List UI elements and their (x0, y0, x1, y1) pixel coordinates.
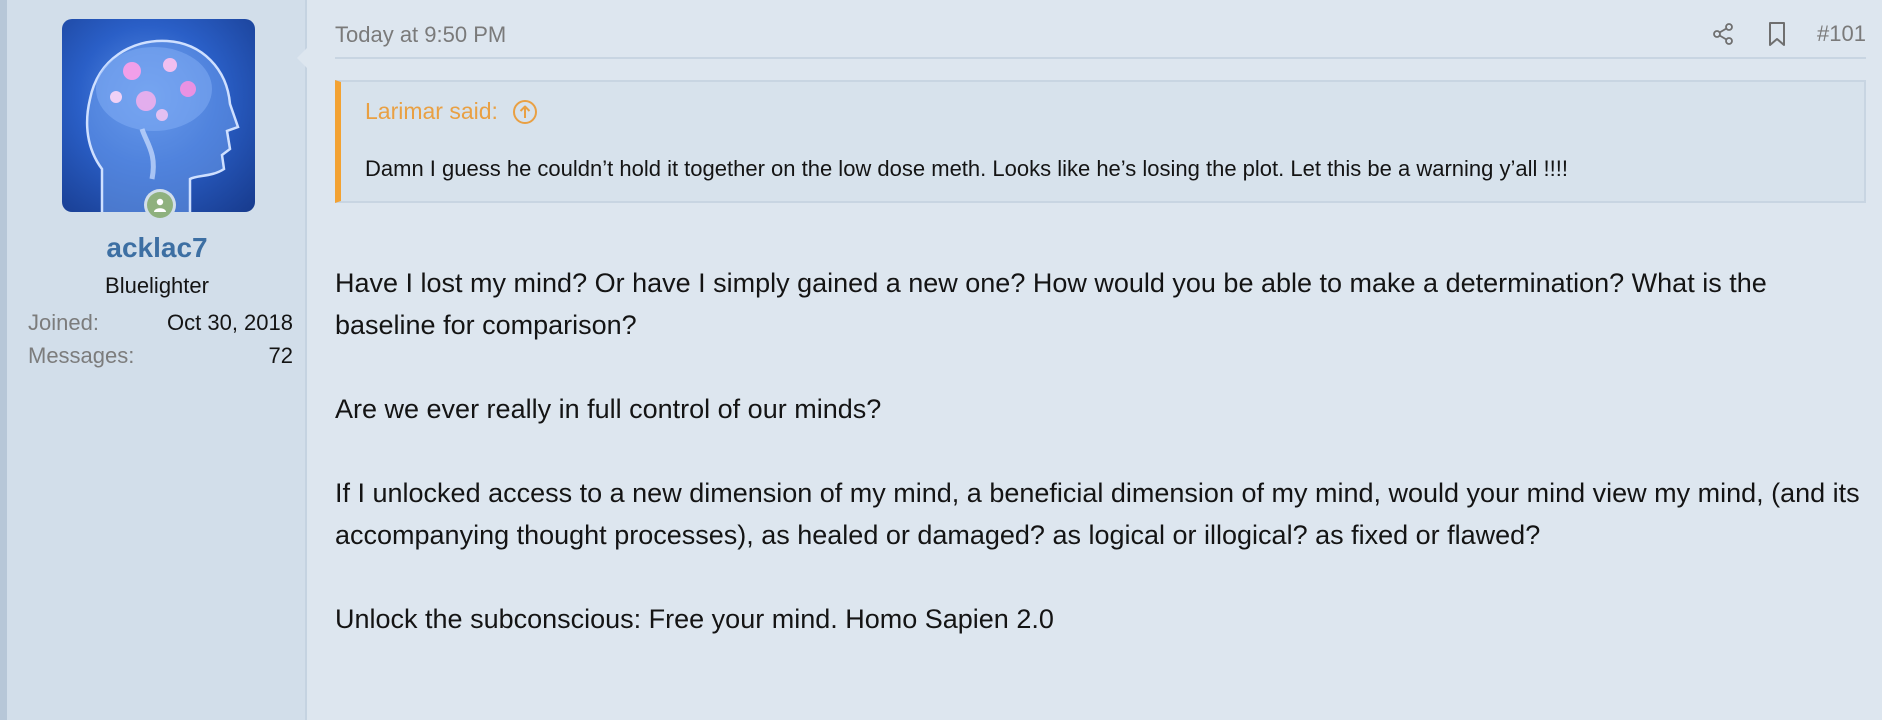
online-status-badge (144, 189, 176, 221)
quote-text: Damn I guess he couldn’t hold it togethe… (365, 156, 1568, 181)
user-avatar[interactable] (62, 19, 255, 212)
user-sidebar: acklac7 Bluelighter Joined: Oct 30, 2018… (7, 0, 307, 720)
message-paragraph: Unlock the subconscious: Free your mind.… (335, 604, 1054, 634)
stat-value: Oct 30, 2018 (167, 310, 293, 335)
brain-avatar-icon (85, 39, 240, 212)
bookmark-icon[interactable] (1763, 20, 1791, 48)
stat-joined: Joined: Oct 30, 2018 (28, 310, 293, 343)
username-link[interactable]: acklac7 (7, 232, 307, 264)
circle-arrow-up-icon[interactable] (512, 99, 538, 125)
quote-author[interactable]: Larimar said: (365, 98, 498, 125)
user-title: Bluelighter (105, 273, 209, 298)
user-online-icon (147, 192, 173, 218)
stat-key: Joined: (28, 310, 99, 335)
stat-value: 72 (268, 343, 293, 368)
post-main: Today at 9:50 PM #101 Larimar said: Damn… (335, 0, 1866, 634)
post-arrow (297, 44, 311, 72)
stat-messages: Messages: 72 (28, 343, 293, 376)
user-stats: Joined: Oct 30, 2018 Messages: 72 (28, 310, 293, 376)
message-paragraph: Are we ever really in full control of ou… (335, 394, 882, 424)
share-icon[interactable] (1709, 20, 1737, 48)
post-header: Today at 9:50 PM #101 (335, 0, 1866, 59)
post-date[interactable]: Today at 9:50 PM (335, 22, 506, 48)
forum-post: acklac7 Bluelighter Joined: Oct 30, 2018… (0, 0, 1882, 720)
post-actions: #101 (1709, 20, 1866, 48)
quote-header[interactable]: Larimar said: (365, 98, 538, 125)
stat-key: Messages: (28, 343, 135, 368)
message-body: Have I lost my mind? Or have I simply ga… (335, 262, 1866, 682)
message-paragraph: If I unlocked access to a new dimension … (335, 478, 1860, 550)
quote-block: Larimar said: Damn I guess he couldn’t h… (335, 80, 1866, 203)
message-paragraph: Have I lost my mind? Or have I simply ga… (335, 268, 1767, 340)
post-number-link[interactable]: #101 (1817, 21, 1866, 47)
